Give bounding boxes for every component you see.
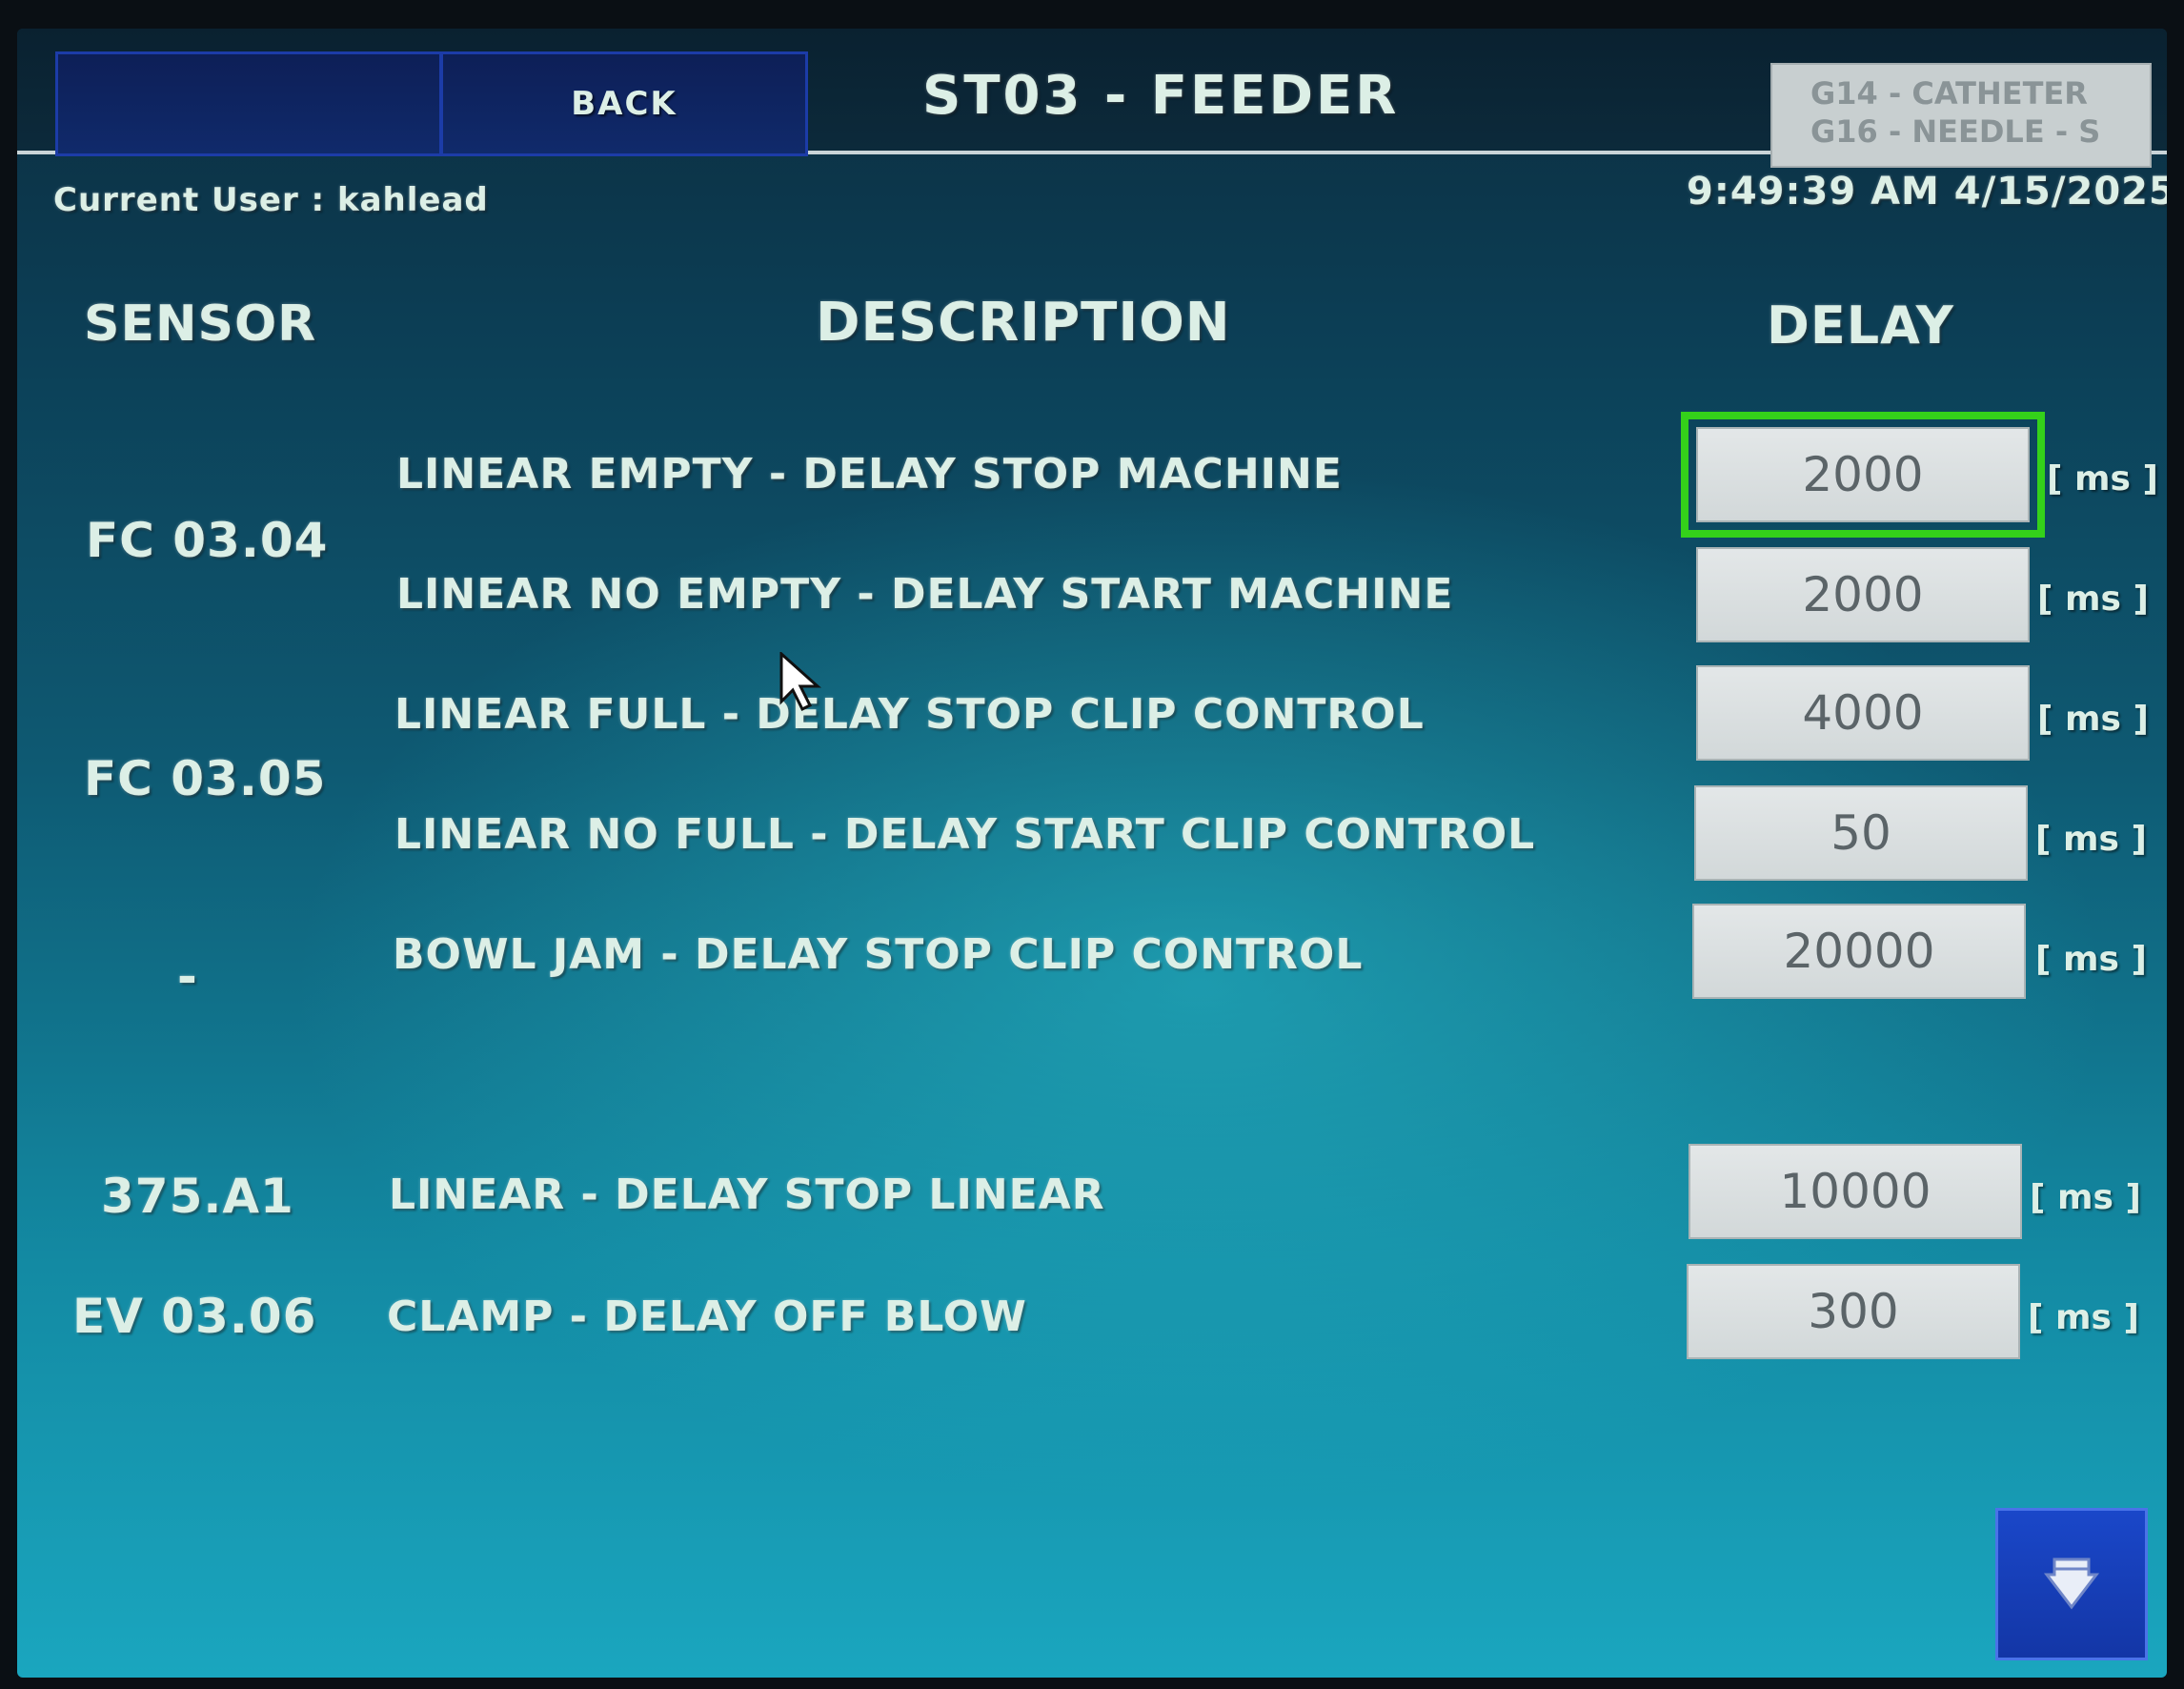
recipe-line-2: G16 - NEEDLE - S	[1810, 113, 2101, 150]
row-description: BOWL JAM - DELAY STOP CLIP CONTROL	[393, 930, 1364, 979]
delay-unit: [ ms ]	[2035, 940, 2147, 979]
back-button[interactable]: BACK	[440, 51, 808, 156]
sensor-none: -	[177, 949, 198, 1005]
row-description: LINEAR FULL - DELAY STOP CLIP CONTROL	[394, 690, 1425, 739]
recipe-indicator: G14 - CATHETER G16 - NEEDLE - S	[1770, 63, 2152, 168]
row-description: LINEAR - DELAY STOP LINEAR	[389, 1170, 1105, 1219]
delay-unit: [ ms ]	[2028, 1298, 2139, 1337]
delay-unit: [ ms ]	[2037, 580, 2149, 619]
column-header-description: DESCRIPTION	[816, 292, 1231, 354]
delay-unit: [ ms ]	[2047, 459, 2158, 499]
sensor-fc-03-05: FC 03.05	[84, 751, 327, 806]
current-user: Current User : kahlead	[53, 181, 489, 219]
sensor-ev-03-06: EV 03.06	[72, 1289, 317, 1344]
column-header-sensor: SENSOR	[84, 295, 317, 353]
delay-unit: [ ms ]	[2035, 820, 2147, 859]
sensor-375-a1: 375.A1	[101, 1169, 294, 1224]
delay-input[interactable]: 2000	[1696, 547, 2030, 642]
delay-input[interactable]: 2000	[1681, 412, 2045, 538]
delay-input[interactable]: 4000	[1696, 665, 2030, 761]
menu-button[interactable]	[55, 51, 442, 156]
delay-input[interactable]: 300	[1687, 1264, 2020, 1359]
recipe-line-1: G14 - CATHETER	[1810, 75, 2088, 112]
back-button-label: BACK	[571, 85, 677, 123]
sensor-fc-03-04: FC 03.04	[86, 513, 329, 568]
down-arrow-icon	[2041, 1552, 2102, 1617]
delay-input[interactable]: 20000	[1692, 904, 2026, 999]
mouse-pointer-icon	[779, 650, 821, 717]
delay-unit: [ ms ]	[2037, 700, 2149, 739]
row-description: CLAMP - DELAY OFF BLOW	[387, 1292, 1027, 1341]
delay-input[interactable]: 50	[1694, 785, 2028, 881]
column-header-delay: DELAY	[1767, 295, 1954, 356]
datetime: 9:49:39 AM 4/15/2025	[1687, 170, 2167, 214]
page-down-button[interactable]	[1995, 1508, 2148, 1660]
delay-input[interactable]: 10000	[1689, 1144, 2022, 1239]
delay-unit: [ ms ]	[2030, 1178, 2141, 1217]
hmi-screen: BACK ST03 - FEEDER G14 - CATHETER G16 - …	[17, 29, 2167, 1678]
page-title: ST03 - FEEDER	[922, 65, 1400, 127]
row-description: LINEAR NO FULL - DELAY START CLIP CONTRO…	[394, 810, 1536, 859]
row-description: LINEAR EMPTY - DELAY STOP MACHINE	[396, 450, 1343, 499]
row-description: LINEAR NO EMPTY - DELAY START MACHINE	[396, 570, 1454, 619]
